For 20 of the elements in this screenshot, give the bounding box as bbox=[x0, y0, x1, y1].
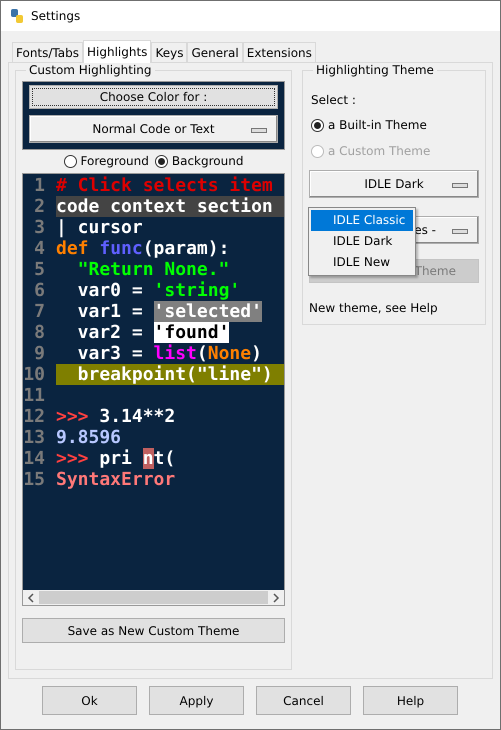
line-number: 12 bbox=[23, 406, 46, 427]
line-number: 8 bbox=[33, 322, 46, 343]
line-number: 10 bbox=[23, 364, 46, 385]
line-number: 9 bbox=[33, 343, 46, 364]
line-number: 14 bbox=[23, 448, 46, 469]
select-label: Select : bbox=[311, 93, 357, 107]
frame-title: Highlighting Theme bbox=[315, 63, 435, 77]
line-number: 6 bbox=[33, 280, 46, 301]
help-note: New theme, see Help bbox=[309, 301, 439, 315]
line-number: 11 bbox=[23, 385, 46, 406]
line-number: 7 bbox=[33, 301, 46, 322]
line-number: 2 bbox=[33, 196, 46, 217]
line-number: 5 bbox=[33, 259, 46, 280]
line-number: 4 bbox=[33, 238, 46, 259]
window-title: Settings bbox=[31, 9, 80, 23]
frame-title: Custom Highlighting bbox=[28, 63, 153, 77]
line-number: 13 bbox=[23, 427, 46, 448]
line-number: 1 bbox=[33, 175, 46, 196]
line-number: 15 bbox=[23, 469, 46, 490]
line-number: 3 bbox=[33, 217, 46, 238]
